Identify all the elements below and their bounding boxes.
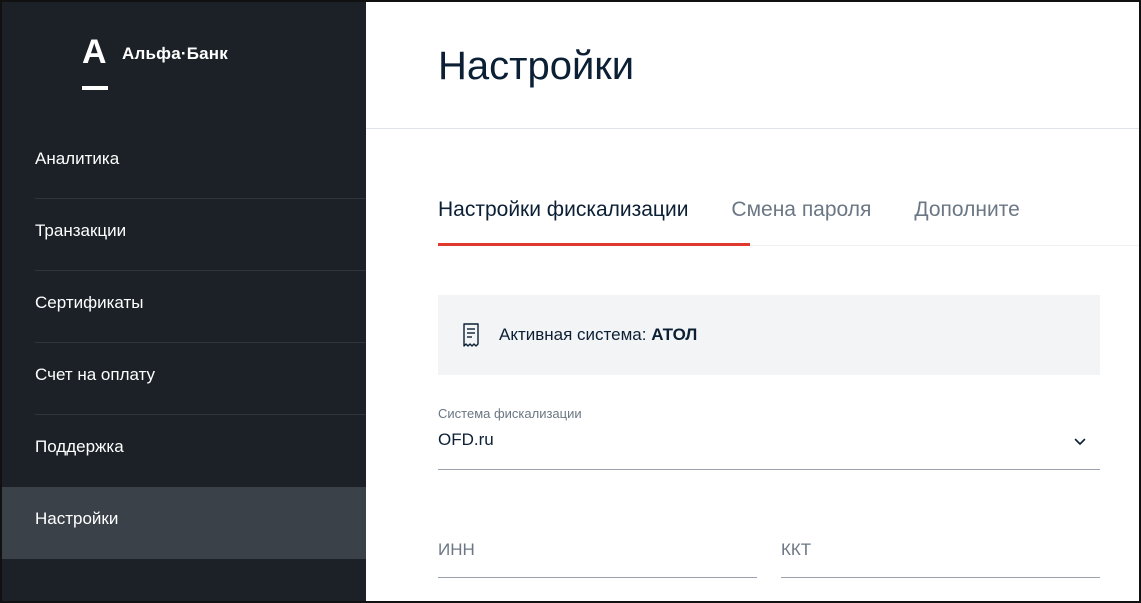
active-system-banner: Активная система: АТОЛ (438, 295, 1100, 375)
fiscal-system-value: OFD.ru (438, 430, 494, 449)
sidebar-item-label: Поддержка (35, 437, 124, 456)
logo-letter: A (82, 33, 107, 71)
inn-placeholder: ИНН (438, 540, 475, 559)
sidebar-item-settings[interactable]: Настройки (2, 487, 366, 559)
kkt-field[interactable]: ККТ (781, 526, 1100, 578)
sidebar-item-label: Аналитика (35, 149, 120, 168)
sidebar-item-label: Транзакции (35, 221, 127, 240)
sidebar-nav: Аналитика Транзакции Сертификаты Счет на… (2, 127, 366, 559)
sidebar-item-invoice[interactable]: Счет на оплату (2, 343, 366, 415)
settings-tabs: Настройки фискализации Смена пароля Допо… (438, 198, 1063, 222)
active-system-value: АТОЛ (651, 325, 698, 344)
active-tab-indicator (438, 243, 750, 246)
sidebar-item-label: Настройки (35, 509, 119, 528)
alfa-logo-icon: A (82, 33, 108, 92)
fiscal-system-label: Система фискализации (438, 406, 582, 421)
main-content: Настройки Настройки фискализации Смена п… (366, 2, 1139, 601)
sidebar-item-support[interactable]: Поддержка (2, 415, 366, 487)
sidebar-item-transactions[interactable]: Транзакции (2, 199, 366, 271)
brand-logo[interactable]: A Альфа·Банк (82, 33, 228, 96)
sidebar-item-label: Счет на оплату (35, 365, 156, 384)
active-system-prefix: Активная система: (499, 325, 647, 344)
active-system-text: Активная система: АТОЛ (499, 325, 697, 345)
chevron-down-icon (1074, 438, 1086, 445)
page-title: Настройки (438, 44, 635, 88)
brand-name: Альфа·Банк (122, 44, 228, 63)
sidebar: A Альфа·Банк Аналитика Транзакции Сертиф… (2, 2, 366, 601)
sidebar-item-label: Сертификаты (35, 293, 144, 312)
inn-field[interactable]: ИНН (438, 526, 757, 578)
kkt-placeholder: ККТ (781, 540, 812, 559)
header-divider (366, 128, 1139, 129)
receipt-icon (463, 323, 479, 347)
tab-password-change[interactable]: Смена пароля (731, 198, 871, 222)
app-window: A Альфа·Банк Аналитика Транзакции Сертиф… (0, 0, 1141, 603)
fiscal-system-select[interactable]: OFD.ru (438, 430, 1100, 470)
sidebar-item-analytics[interactable]: Аналитика (2, 127, 366, 199)
tab-additional[interactable]: Дополните (914, 198, 1019, 222)
sidebar-item-certificates[interactable]: Сертификаты (2, 271, 366, 343)
logo-bar (82, 86, 108, 90)
tab-fiscalization[interactable]: Настройки фискализации (438, 198, 688, 222)
